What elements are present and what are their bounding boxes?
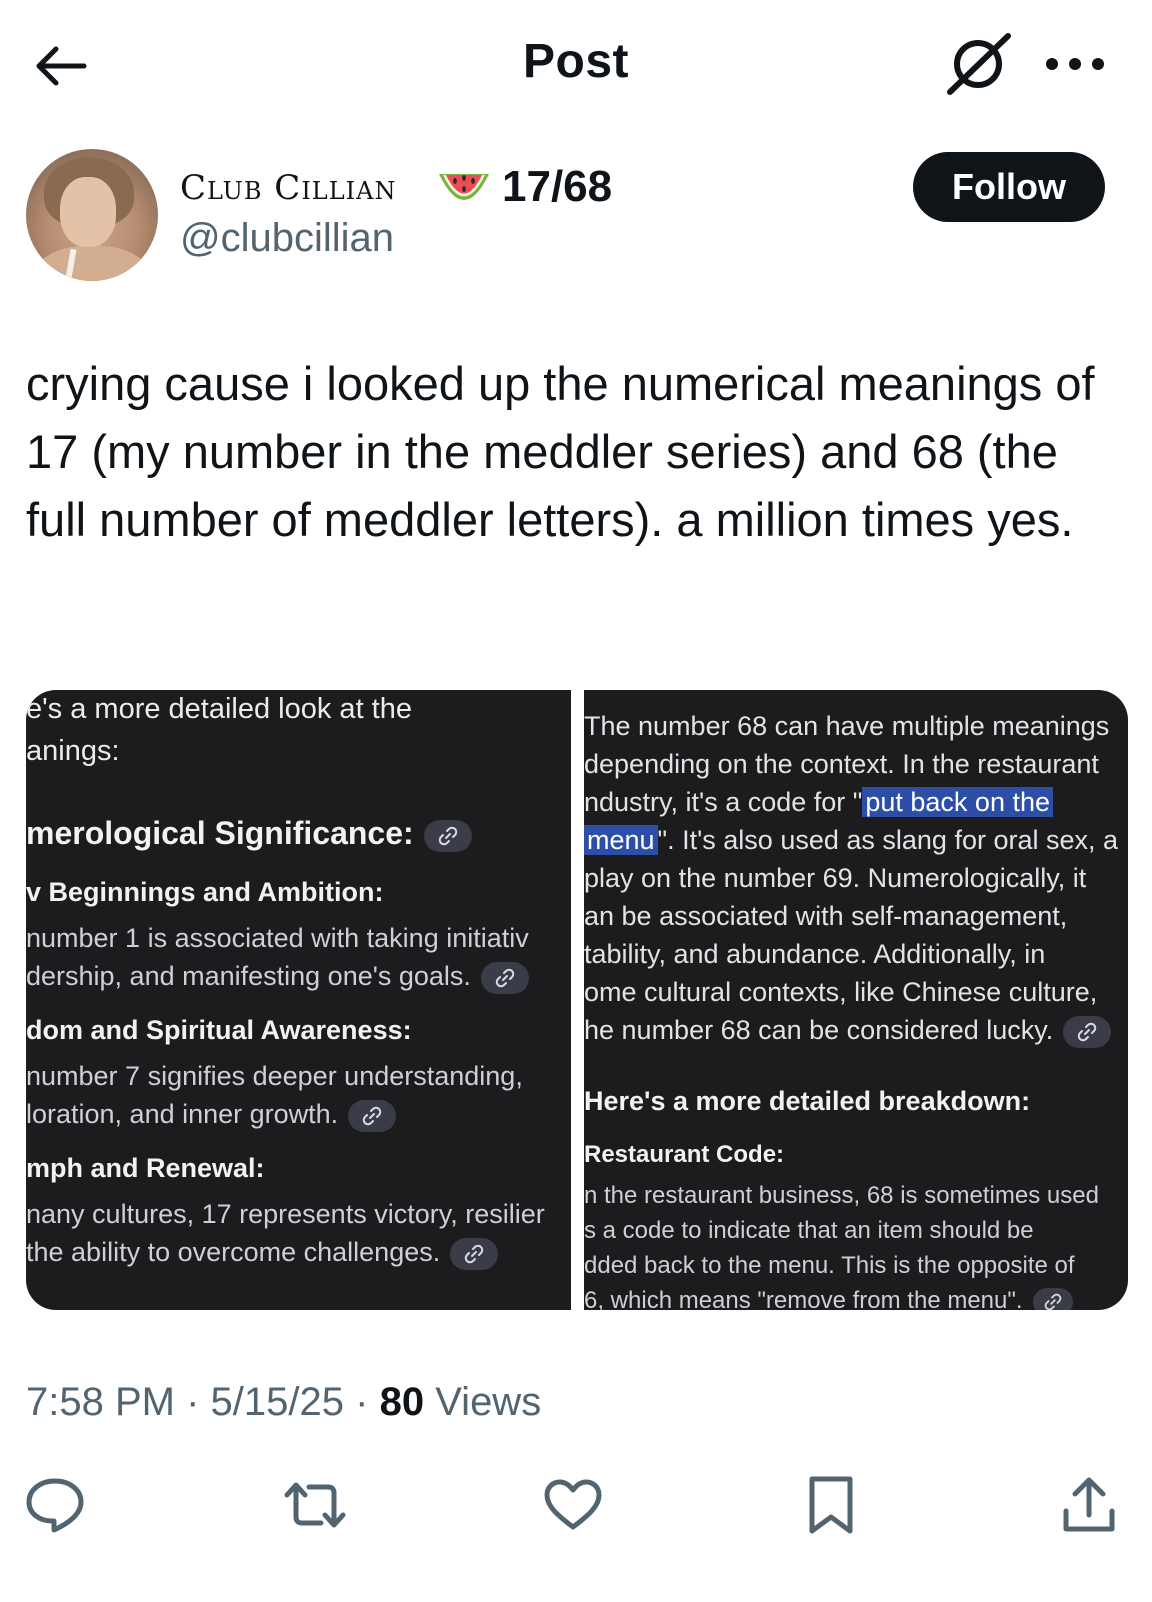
repost-icon	[284, 1482, 346, 1528]
share-button[interactable]	[1054, 1470, 1124, 1540]
like-button[interactable]	[538, 1470, 608, 1540]
link-icon	[348, 1099, 397, 1132]
meta-separator: ·	[355, 1380, 369, 1424]
image-text-span: ndustry, it's a code for "	[584, 787, 863, 817]
image-text-line: anings:	[26, 735, 120, 767]
image-text-line: ndustry, it's a code for " put back on th…	[584, 787, 1053, 818]
bookmark-button[interactable]	[796, 1470, 866, 1540]
display-name-suffix: 17/68	[502, 162, 613, 211]
image-heading: merological Significance:	[26, 815, 472, 852]
image-text-line: The number 68 can have multiple meanings	[584, 711, 1110, 741]
avatar[interactable]	[26, 149, 158, 281]
action-bar	[0, 1470, 1152, 1540]
views-label: Views	[435, 1380, 542, 1424]
heart-icon	[544, 1479, 602, 1530]
link-icon	[450, 1237, 499, 1270]
user-handle[interactable]: @clubcillian	[180, 216, 394, 261]
share-icon	[1063, 1477, 1115, 1532]
image-text-line: s a code to indicate that an item should…	[584, 1217, 1034, 1244]
image-text-span: 6, which means "remove from the menu".	[584, 1287, 1023, 1310]
image-text-span: ". It's also used as slang for oral sex,…	[657, 825, 1119, 855]
image-subheading: mph and Renewal:	[26, 1153, 265, 1183]
more-horizontal-icon	[1046, 58, 1104, 70]
watermelon-icon	[439, 174, 489, 200]
top-bar: Post	[0, 0, 1152, 130]
follow-button[interactable]: Follow	[913, 152, 1105, 222]
post-text: crying cause i looked up the numerical m…	[26, 357, 1095, 546]
image-text-line: e's a more detailed look at the	[26, 693, 412, 725]
media-image-left[interactable]: e's a more detailed look at the anings: …	[26, 690, 571, 1310]
image-text-line: ome cultural contexts, like Chinese cult…	[584, 977, 1098, 1007]
image-subheading: Restaurant Code:	[584, 1141, 785, 1168]
highlighted-text: put back on the	[862, 787, 1053, 817]
image-text-line: loration, and inner growth.	[26, 1099, 397, 1132]
image-text-line: play on the number 69. Numerologically, …	[584, 863, 1087, 893]
link-icon	[423, 819, 472, 852]
media-image-right[interactable]: The number 68 can have multiple meanings…	[584, 690, 1128, 1310]
image-text-span: loration, and inner growth.	[26, 1099, 339, 1129]
bookmark-icon	[809, 1476, 853, 1534]
link-icon	[1032, 1287, 1073, 1310]
image-text-span: he number 68 can be considered lucky.	[584, 1015, 1054, 1045]
image-text-line: he number 68 can be considered lucky.	[584, 1015, 1112, 1048]
grok-button[interactable]	[944, 32, 1016, 96]
reply-button[interactable]	[20, 1470, 90, 1540]
image-text-line: dership, and manifesting one's goals.	[26, 961, 529, 994]
image-text-line: number 1 is associated with taking initi…	[26, 923, 529, 953]
image-text-line: the ability to overcome challenges.	[26, 1237, 499, 1270]
image-text-line: tability, and abundance. Additionally, i…	[584, 939, 1046, 969]
image-subheading: v Beginnings and Ambition:	[26, 877, 384, 907]
image-text-line: an be associated with self-management,	[584, 901, 1068, 931]
image-text-line: 6, which means "remove from the menu".	[584, 1287, 1073, 1310]
more-button[interactable]	[1040, 40, 1110, 88]
highlighted-text: menu	[584, 825, 658, 855]
display-name[interactable]: Club Cillian	[180, 168, 397, 208]
views-count: 80	[379, 1380, 425, 1424]
image-text-line: number 7 signifies deeper understanding,	[26, 1061, 523, 1091]
image-text-line: menu ". It's also used as slang for oral …	[584, 825, 1118, 856]
post-date[interactable]: 5/15/25	[211, 1380, 344, 1424]
meta-separator: ·	[186, 1380, 200, 1424]
image-heading-text: merological Significance:	[26, 815, 414, 851]
repost-button[interactable]	[280, 1470, 350, 1540]
image-text-span: dership, and manifesting one's goals.	[26, 961, 471, 991]
grok-icon	[947, 33, 1011, 95]
link-icon	[1063, 1015, 1112, 1048]
image-text-line: nany cultures, 17 represents victory, re…	[26, 1199, 545, 1229]
link-icon	[480, 961, 529, 994]
post-time[interactable]: 7:58 PM	[26, 1380, 175, 1424]
image-text-line: n the restaurant business, 68 is sometim…	[584, 1182, 1099, 1209]
image-subheading: dom and Spiritual Awareness:	[26, 1015, 412, 1045]
image-text-line: dded back to the menu. This is the oppos…	[584, 1252, 1075, 1279]
image-text-span: the ability to overcome challenges.	[26, 1237, 441, 1267]
image-heading: Here's a more detailed breakdown:	[584, 1086, 1031, 1116]
image-text-line: depending on the context. In the restaur…	[584, 749, 1099, 779]
reply-icon	[26, 1478, 84, 1533]
post-meta: 7:58 PM · 5/15/25 · 80 Views	[26, 1380, 541, 1425]
post-media[interactable]: e's a more detailed look at the anings: …	[26, 690, 1128, 1310]
